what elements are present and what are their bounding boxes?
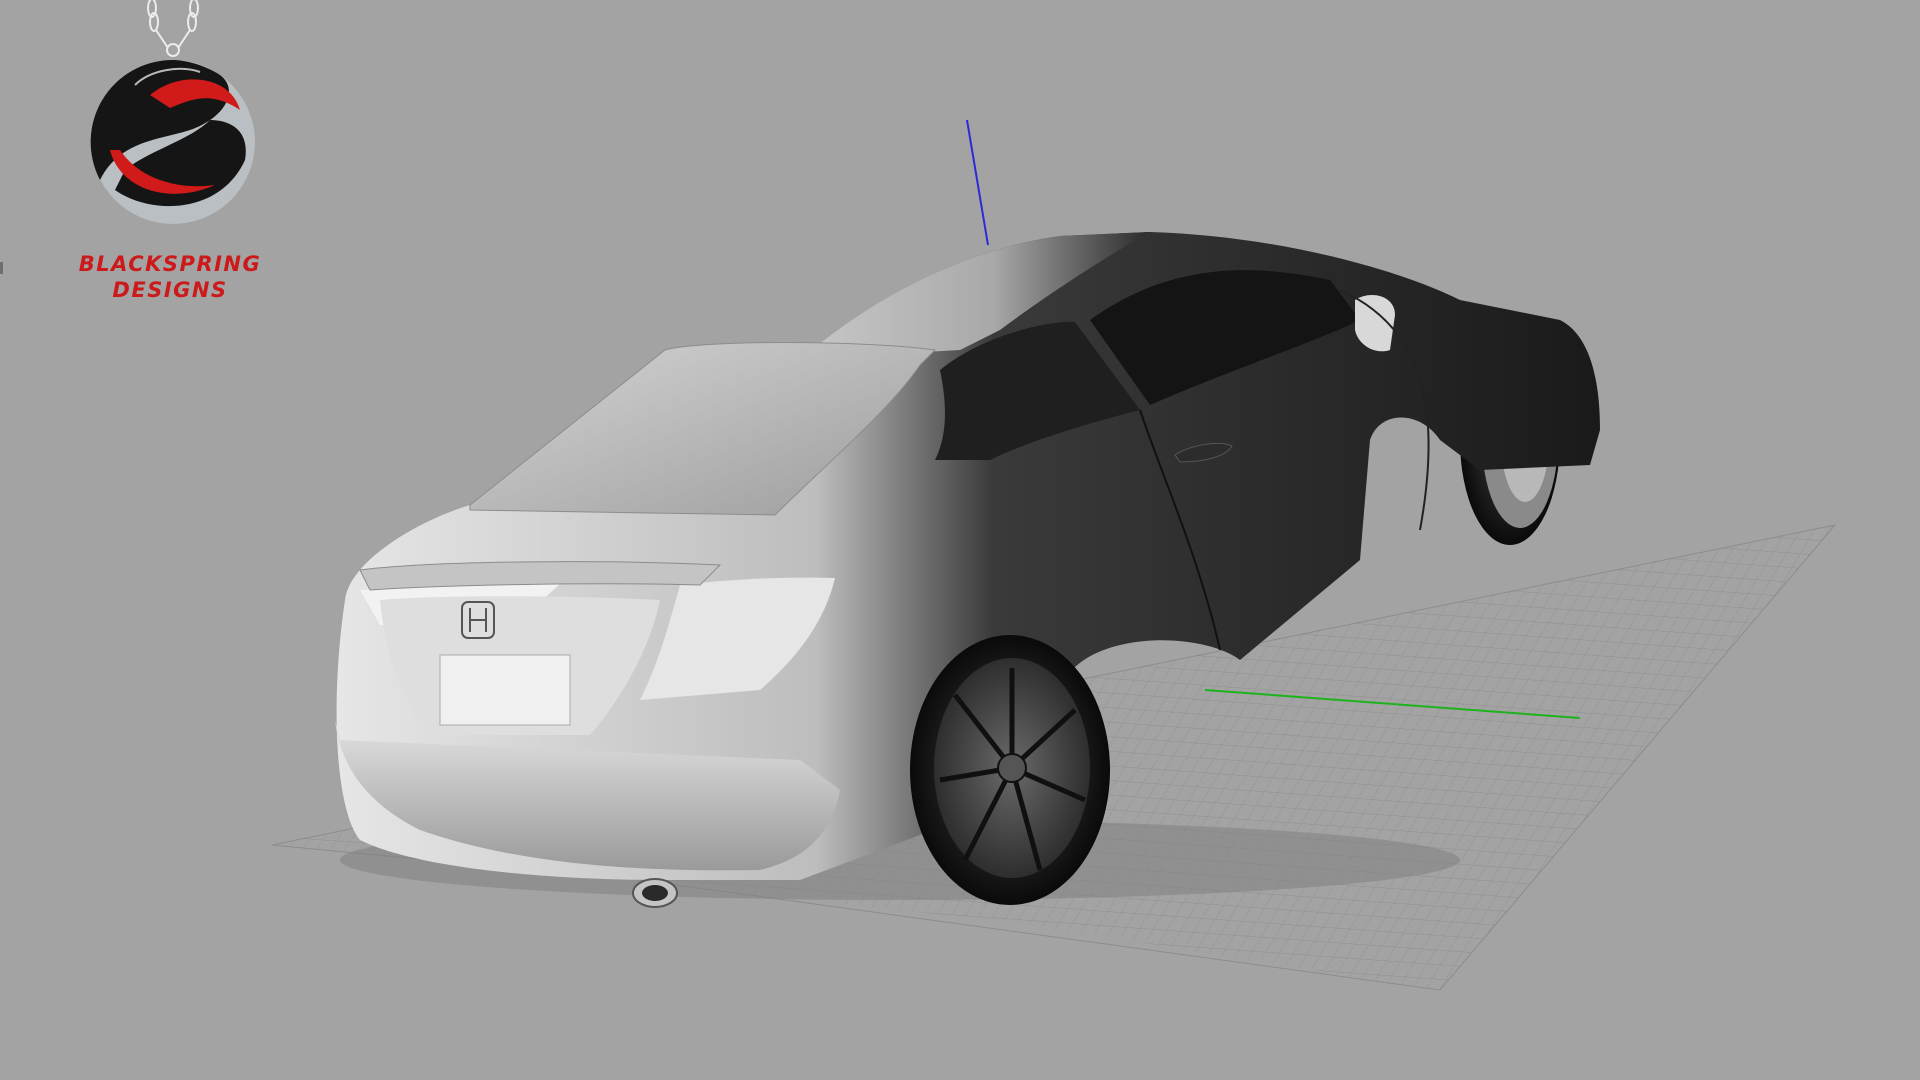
brand-name-line-1: BLACKSPRING — [78, 252, 262, 276]
rear-left-wheel — [910, 635, 1110, 905]
license-plate — [439, 654, 571, 726]
blackspring-pendant-icon — [90, 0, 255, 224]
viewport-edge-marker — [0, 262, 3, 274]
z-axis-line — [966, 119, 989, 246]
3d-viewport[interactable]: BLACKSPRING DESIGNS — [0, 0, 1920, 1080]
brand-name-line-2: DESIGNS — [112, 278, 228, 302]
brand-logo: BLACKSPRING DESIGNS — [40, 0, 300, 310]
